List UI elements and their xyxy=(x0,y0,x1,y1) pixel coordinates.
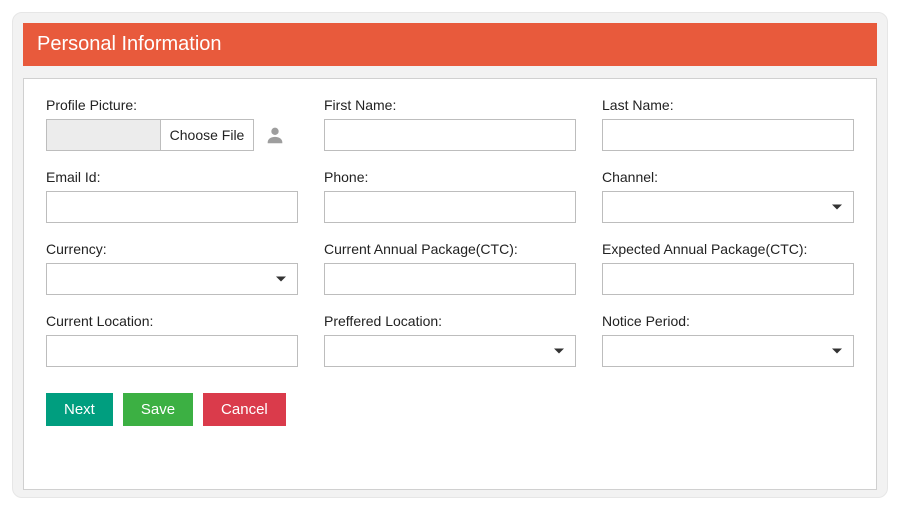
first-name-input[interactable] xyxy=(324,119,576,151)
panel-title: Personal Information xyxy=(37,33,222,55)
currency-select[interactable] xyxy=(46,263,298,295)
expected-ctc-input[interactable] xyxy=(602,263,854,295)
phone-label: Phone: xyxy=(324,169,576,185)
channel-label: Channel: xyxy=(602,169,854,185)
profile-picture-label: Profile Picture: xyxy=(46,97,298,113)
cancel-button[interactable]: Cancel xyxy=(203,393,286,426)
button-row: Next Save Cancel xyxy=(46,393,854,426)
current-ctc-label: Current Annual Package(CTC): xyxy=(324,241,576,257)
channel-select[interactable] xyxy=(602,191,854,223)
notice-period-select[interactable] xyxy=(602,335,854,367)
personal-info-panel: Personal Information Profile Picture: Ch… xyxy=(12,12,888,498)
notice-period-label: Notice Period: xyxy=(602,313,854,329)
form-area: Profile Picture: Choose File First Name xyxy=(23,78,877,490)
preferred-location-select[interactable] xyxy=(324,335,576,367)
phone-input[interactable] xyxy=(324,191,576,223)
current-location-input[interactable] xyxy=(46,335,298,367)
file-name-display xyxy=(47,120,161,150)
first-name-label: First Name: xyxy=(324,97,576,113)
email-label: Email Id: xyxy=(46,169,298,185)
avatar-icon xyxy=(264,124,286,146)
next-button[interactable]: Next xyxy=(46,393,113,426)
choose-file-button[interactable]: Choose File xyxy=(161,120,253,150)
preferred-location-label: Preffered Location: xyxy=(324,313,576,329)
email-input[interactable] xyxy=(46,191,298,223)
save-button[interactable]: Save xyxy=(123,393,193,426)
last-name-input[interactable] xyxy=(602,119,854,151)
current-location-label: Current Location: xyxy=(46,313,298,329)
current-ctc-input[interactable] xyxy=(324,263,576,295)
profile-picture-file-input[interactable]: Choose File xyxy=(46,119,254,151)
expected-ctc-label: Expected Annual Package(CTC): xyxy=(602,241,854,257)
currency-label: Currency: xyxy=(46,241,298,257)
last-name-label: Last Name: xyxy=(602,97,854,113)
panel-header: Personal Information xyxy=(23,23,877,66)
